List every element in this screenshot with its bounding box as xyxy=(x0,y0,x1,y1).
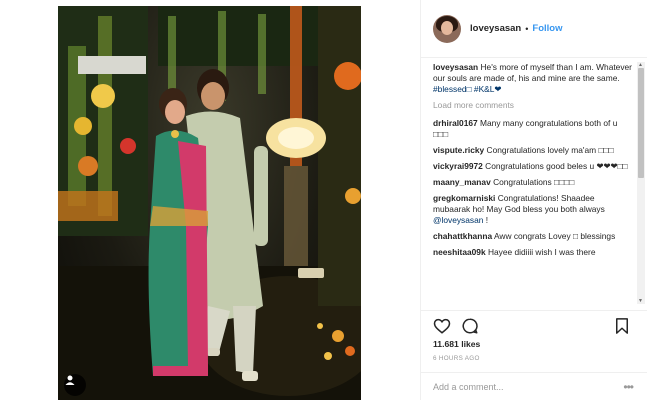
follow-button[interactable]: Follow xyxy=(532,23,562,34)
heart-icon[interactable] xyxy=(433,317,451,335)
post-actions xyxy=(421,310,647,338)
comment-text: Hayee didiiii wish I was there xyxy=(487,247,596,257)
comments-list: loveysasan He's more of myself than I am… xyxy=(433,62,633,304)
comment-username[interactable]: neeshitaa09k xyxy=(433,247,486,257)
caption: loveysasan He's more of myself than I am… xyxy=(433,62,633,95)
comment-suffix: ! xyxy=(483,215,489,225)
person-icon xyxy=(65,375,75,385)
comment-item: chahattkhanna Aww congrats Lovey □ bless… xyxy=(433,231,633,242)
scroll-thumb[interactable] xyxy=(638,68,644,178)
comment-mention[interactable]: @loveysasan xyxy=(433,215,483,225)
comment-username[interactable]: vispute.ricky xyxy=(433,145,484,155)
post-photo[interactable] xyxy=(58,6,361,400)
comment-text: Congratulations good beles u ❤❤❤□□ xyxy=(485,161,628,171)
comment-username[interactable]: gregkomarniski xyxy=(433,193,495,203)
comment-item: drhiral0167 Many many congratulations bo… xyxy=(433,118,633,140)
comment-username[interactable]: drhiral0167 xyxy=(433,118,478,128)
instagram-post: loveysasan • Follow loveysasan He's more… xyxy=(0,0,647,400)
comment-username[interactable]: maany_manav xyxy=(433,177,491,187)
post-sidebar: loveysasan • Follow loveysasan He's more… xyxy=(420,0,647,400)
load-more-comments-link[interactable]: Load more comments xyxy=(433,100,633,111)
header-username[interactable]: loveysasan xyxy=(470,23,521,34)
comment-icon[interactable] xyxy=(461,317,479,335)
comment-item: neeshitaa09k Hayee didiiii wish I was th… xyxy=(433,247,633,258)
add-comment-input[interactable] xyxy=(433,381,613,392)
caption-tags[interactable]: #blessed□ #K&L❤ xyxy=(433,84,501,94)
more-options-icon[interactable]: ••• xyxy=(623,380,634,394)
post-header: loveysasan • Follow xyxy=(421,0,647,58)
comment-item: maany_manav Congratulations □□□□ xyxy=(433,177,633,188)
likes-count[interactable]: 11.681 likes xyxy=(433,339,480,349)
avatar-face xyxy=(441,20,453,35)
photo-illustration xyxy=(58,6,361,400)
comment-text: Aww congrats Lovey □ blessings xyxy=(493,231,616,241)
comments-scrollbar[interactable]: ▲ ▼ xyxy=(637,62,645,304)
comment-item: vickyrai9972 Congratulations good beles … xyxy=(433,161,633,172)
post-media xyxy=(0,0,420,400)
scroll-down-arrow-icon[interactable]: ▼ xyxy=(638,298,643,304)
post-timestamp[interactable]: 6 HOURS AGO xyxy=(433,355,480,362)
comment-username[interactable]: vickyrai9972 xyxy=(433,161,483,171)
comment-text: Congratulations lovely ma'am □□□ xyxy=(486,145,614,155)
comment-item: vispute.ricky Congratulations lovely ma'… xyxy=(433,145,633,156)
bookmark-icon[interactable] xyxy=(613,317,631,335)
comment-text: Congratulations □□□□ xyxy=(493,177,575,187)
caption-username[interactable]: loveysasan xyxy=(433,62,478,72)
comment-username[interactable]: chahattkhanna xyxy=(433,231,492,241)
user-tag-icon[interactable] xyxy=(64,374,86,396)
add-comment-section: ••• xyxy=(421,372,647,400)
header-separator: • xyxy=(525,23,529,34)
avatar[interactable] xyxy=(433,14,461,43)
comment-item: gregkomarniski Congratulations! Shaadee … xyxy=(433,193,633,226)
